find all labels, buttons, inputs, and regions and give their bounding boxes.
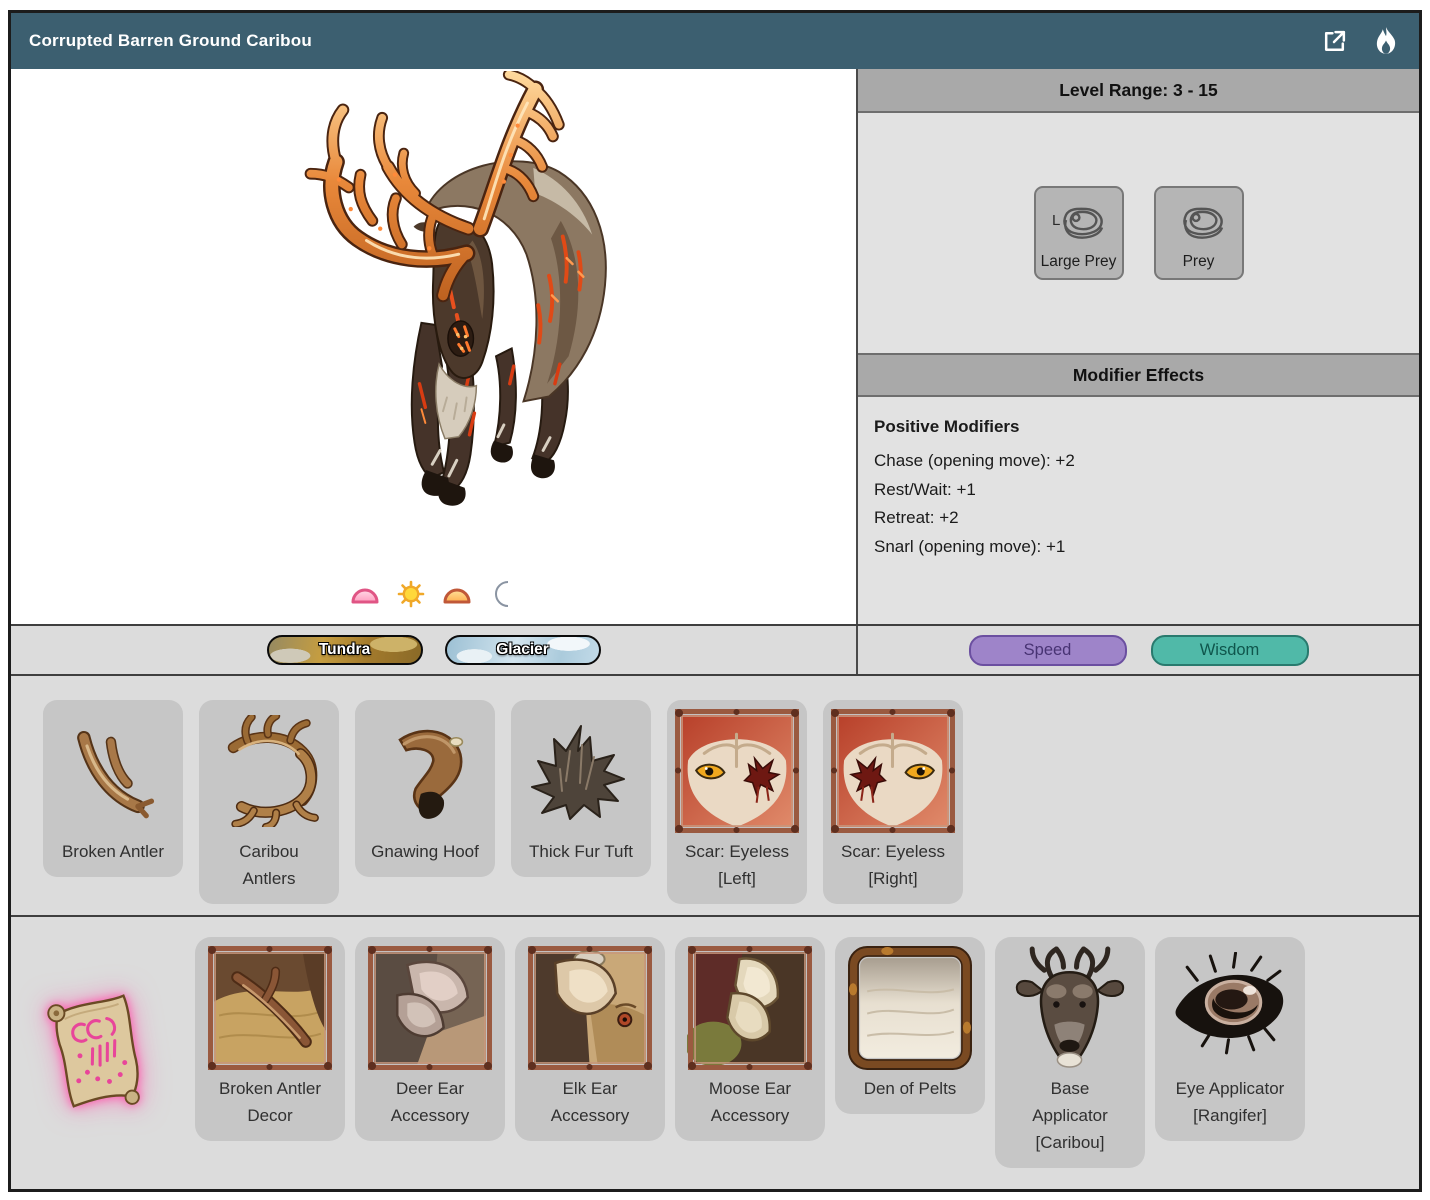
- modifier-line: Retreat: +2: [874, 508, 959, 527]
- custom-card-elk-ear[interactable]: Elk Ear Accessory: [515, 937, 665, 1141]
- stat-label: Wisdom: [1199, 640, 1260, 659]
- day-icon: [397, 580, 424, 608]
- eye-applicator-rangifer-art: [1175, 952, 1284, 1055]
- modifier-line: Rest/Wait: +1: [874, 479, 976, 499]
- stat-button-wisdom[interactable]: Wisdom: [1150, 634, 1309, 666]
- gnawing-hoof-art: [398, 729, 464, 819]
- level-range-header: Level Range: 3 - 15: [858, 69, 1419, 113]
- corrupted-caribou-art: [304, 71, 607, 506]
- custom-card-label: Elk Ear Accessory: [550, 1079, 630, 1125]
- stat-label: Speed: [1023, 640, 1072, 659]
- drop-card-label: Scar: Eyeless [Left]: [685, 842, 789, 888]
- steak-icon: [1182, 207, 1223, 239]
- dawn-icon: [351, 588, 378, 604]
- custom-card-label: Broken Antler Decor: [218, 1079, 322, 1125]
- large-prey-button[interactable]: L Large Prey: [1033, 186, 1124, 280]
- custom-card-eye-applicator[interactable]: Eye Applicator [Rangifer]: [1155, 937, 1305, 1141]
- chip-row: Tundra Glacier Speed Wisdom: [11, 624, 1419, 676]
- scar-eyeless-right-art: [831, 708, 955, 833]
- main-row: Level Range: 3 - 15 L Large Prey Prey Mo…: [11, 69, 1419, 624]
- biome-button-tundra[interactable]: Tundra: [266, 635, 423, 665]
- biome-label: Glacier: [496, 641, 549, 658]
- deer-ear-accessory-art: [368, 945, 492, 1070]
- positive-modifiers-title: Positive Modifiers: [874, 417, 1020, 436]
- stat-row: Speed Wisdom: [858, 626, 1419, 674]
- base-applicator-caribou-art: [1015, 946, 1125, 1068]
- active-times: [11, 580, 856, 608]
- drop-card-scar-eyeless-right[interactable]: Scar: Eyeless [Right]: [823, 700, 963, 904]
- custom-card-label: Base Applicator [Caribou]: [1032, 1079, 1108, 1152]
- info-panel: Level Range: 3 - 15 L Large Prey Prey Mo…: [858, 69, 1419, 624]
- custom-card-label: Deer Ear Accessory: [390, 1079, 470, 1125]
- custom-card-label: Eye Applicator [Rangifer]: [1175, 1079, 1285, 1125]
- open-in-new-icon[interactable]: [1319, 26, 1349, 56]
- den-of-pelts-art: [848, 945, 972, 1070]
- customization-section: Broken Antler Decor Deer Ear Accessory E…: [11, 917, 1419, 1189]
- modifier-line: Snarl (opening move): +1: [874, 536, 1066, 556]
- dusk-icon: [443, 588, 470, 604]
- drop-card-scar-eyeless-left[interactable]: Scar: Eyeless [Left]: [667, 700, 807, 904]
- drop-card-label: Thick Fur Tuft: [529, 842, 633, 861]
- prey-type-label: Large Prey: [1040, 253, 1117, 270]
- caribou-antlers-art: [227, 714, 319, 827]
- custom-card-den-of-pelts[interactable]: Den of Pelts: [835, 937, 985, 1114]
- biome-row: Tundra Glacier: [11, 626, 858, 674]
- prey-type-label: Prey: [1182, 253, 1215, 270]
- modifier-line: Chase (opening move): +2: [874, 451, 1075, 470]
- page-title: Corrupted Barren Ground Caribou: [29, 31, 312, 50]
- creature-image-panel: [11, 69, 858, 624]
- biome-label: Tundra: [318, 641, 371, 658]
- custom-card-deer-ear[interactable]: Deer Ear Accessory: [355, 937, 505, 1141]
- large-badge-glyph: L: [1052, 212, 1060, 229]
- custom-card-broken-antler-decor[interactable]: Broken Antler Decor: [195, 937, 345, 1141]
- title-bar: Corrupted Barren Ground Caribou: [11, 13, 1419, 69]
- broken-antler-decor-art: [208, 945, 332, 1070]
- drop-card-caribou-antlers[interactable]: Caribou Antlers: [199, 700, 339, 904]
- drop-card-label: Caribou Antlers: [239, 842, 299, 888]
- modifier-effects-body: Positive Modifiers Chase (opening move):…: [858, 397, 1419, 624]
- night-icon: [494, 581, 508, 607]
- creature-window: Corrupted Barren Ground Caribou Level Ra…: [8, 10, 1422, 1192]
- flame-icon[interactable]: [1371, 26, 1401, 56]
- biome-button-glacier[interactable]: Glacier: [444, 635, 601, 665]
- elk-ear-accessory-art: [528, 945, 652, 1070]
- drop-card-broken-antler[interactable]: Broken Antler: [43, 700, 183, 877]
- custom-card-label: Moose Ear Accessory: [708, 1079, 792, 1125]
- moose-ear-accessory-art: [687, 945, 812, 1070]
- drop-card-label: Gnawing Hoof: [371, 842, 479, 861]
- broken-antler-art: [77, 730, 155, 818]
- custom-card-base-applicator[interactable]: Base Applicator [Caribou]: [995, 937, 1145, 1168]
- large-steak-icon: L: [1052, 207, 1103, 239]
- thick-fur-tuft-art: [531, 724, 625, 820]
- drops-section: Broken Antler Caribou Antlers Gnawing Ho…: [11, 676, 1419, 917]
- scar-eyeless-left-art: [675, 708, 799, 833]
- recipe-scroll-icon[interactable]: [43, 989, 147, 1109]
- prey-type-area: L Large Prey Prey: [858, 113, 1419, 353]
- stat-button-speed[interactable]: Speed: [968, 634, 1127, 666]
- custom-card-moose-ear[interactable]: Moose Ear Accessory: [675, 937, 825, 1141]
- prey-button[interactable]: Prey: [1153, 186, 1244, 280]
- modifier-effects-header: Modifier Effects: [858, 353, 1419, 397]
- custom-card-label: Den of Pelts: [863, 1079, 957, 1098]
- drop-card-thick-fur-tuft[interactable]: Thick Fur Tuft: [511, 700, 651, 877]
- drop-card-label: Broken Antler: [61, 842, 165, 861]
- drop-card-label: Scar: Eyeless [Right]: [841, 842, 945, 888]
- drop-card-gnawing-hoof[interactable]: Gnawing Hoof: [355, 700, 495, 877]
